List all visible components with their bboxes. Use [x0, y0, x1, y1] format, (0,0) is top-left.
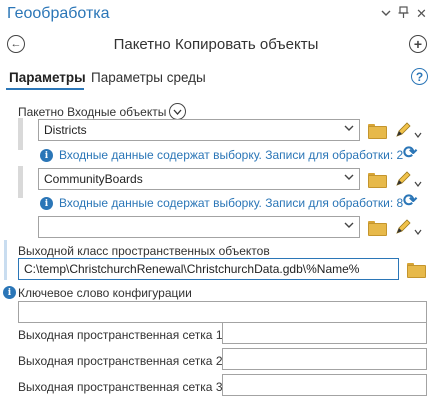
output-fc-label: Выходной класс пространственных объектов: [18, 244, 270, 258]
help-icon[interactable]: ?: [411, 68, 428, 85]
selection-info-message: Входные данные содержат выборку. Записи …: [59, 148, 404, 162]
grid-label-2: Выходная пространственная сетка 2: [18, 354, 223, 368]
tab-environments[interactable]: Параметры среды: [91, 70, 206, 85]
batch-row-rail: [18, 166, 23, 198]
input-features-dropdown[interactable]: CommunityBoards: [38, 168, 360, 190]
input-features-value: Districts: [44, 123, 87, 137]
grid-input-3[interactable]: [222, 374, 427, 396]
pin-icon[interactable]: [398, 6, 409, 21]
browse-folder-icon[interactable]: [407, 263, 426, 278]
add-icon[interactable]: +: [409, 35, 427, 53]
input-features-dropdown[interactable]: [38, 216, 360, 238]
config-keyword-label: Ключевое слово конфигурации: [18, 286, 192, 300]
grid-input-2[interactable]: [222, 348, 427, 370]
tool-title: Пакетно Копировать объекты: [113, 36, 319, 53]
info-icon: i: [40, 197, 53, 210]
collapse-icon[interactable]: [169, 103, 186, 120]
pencil-icon[interactable]: [394, 170, 412, 188]
info-icon: i: [40, 149, 53, 162]
input-features-dropdown[interactable]: Districts: [38, 119, 360, 141]
browse-folder-icon[interactable]: [368, 124, 387, 139]
chevron-down-icon[interactable]: [414, 174, 422, 192]
chevron-down-icon[interactable]: [414, 222, 422, 240]
selection-info-message: Входные данные содержат выборку. Записи …: [59, 196, 404, 210]
browse-folder-icon[interactable]: [368, 221, 387, 236]
info-icon: i: [3, 286, 16, 299]
config-keyword-input[interactable]: [18, 301, 427, 323]
grid-label-3: Выходная пространственная сетка 3: [18, 380, 223, 394]
grid-label-1: Выходная пространственная сетка 1: [18, 328, 223, 342]
output-fc-value: C:\temp\ChristchurchRenewal\Christchurch…: [24, 262, 360, 276]
tab-active-indicator: [6, 88, 84, 90]
chevron-down-icon: [344, 124, 354, 135]
batch-input-label: Пакетно Входные объекты: [18, 105, 167, 119]
input-features-value: CommunityBoards: [44, 172, 143, 186]
chevron-down-icon[interactable]: [414, 125, 422, 143]
tab-parameters[interactable]: Параметры: [9, 70, 86, 85]
output-fc-input[interactable]: C:\temp\ChristchurchRenewal\Christchurch…: [18, 258, 399, 280]
chevron-down-icon: [344, 221, 354, 232]
required-marker: [4, 240, 7, 280]
refresh-icon[interactable]: ⟳: [403, 143, 417, 163]
refresh-icon[interactable]: ⟳: [403, 191, 417, 211]
grid-input-1[interactable]: [222, 322, 427, 344]
close-icon[interactable]: ✕: [416, 6, 427, 22]
chevron-down-icon[interactable]: [381, 6, 391, 20]
batch-row-rail: [18, 118, 23, 150]
browse-folder-icon[interactable]: [368, 173, 387, 188]
pane-title: Геообработка: [7, 5, 110, 22]
pencil-icon[interactable]: [394, 218, 412, 236]
chevron-down-icon: [344, 173, 354, 184]
pencil-icon[interactable]: [394, 121, 412, 139]
